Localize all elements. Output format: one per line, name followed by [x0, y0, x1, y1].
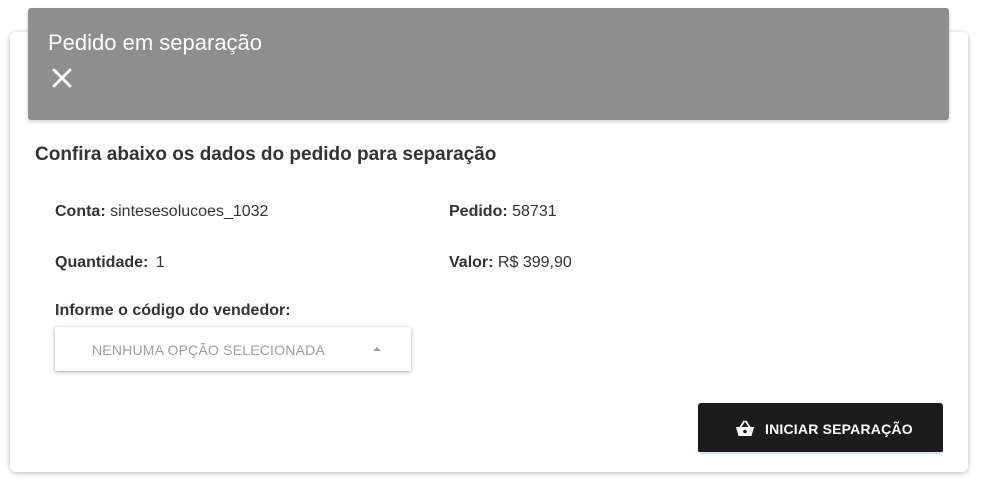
account-value: sintesesolucoes_1032 [110, 203, 269, 220]
seller-code-select[interactable]: NENHUMA OPÇÃO SELECIONADA [55, 327, 411, 371]
quantity-field: Quantidade: 1 [55, 254, 165, 272]
quantity-value: 1 [155, 254, 165, 271]
seller-code-selected: NENHUMA OPÇÃO SELECIONADA [92, 342, 325, 358]
start-separation-label: INICIAR SEPARAÇÃO [765, 421, 913, 437]
value-label: Valor: [449, 254, 494, 271]
order-value: 58731 [512, 203, 557, 220]
close-button[interactable] [50, 66, 74, 90]
order-label: Pedido: [449, 203, 508, 220]
basket-icon [736, 420, 754, 436]
dialog-subtitle: Confira abaixo os dados do pedido para s… [35, 144, 497, 165]
quantity-label: Quantidade: [55, 254, 149, 271]
account-field: Conta: sintesesolucoes_1032 [55, 203, 268, 221]
value-field: Valor: R$ 399,90 [449, 254, 572, 272]
dialog-header: Pedido em separação [28, 8, 949, 120]
close-icon [52, 68, 72, 88]
start-separation-button[interactable]: INICIAR SEPARAÇÃO [698, 403, 943, 454]
value-amount: R$ 399,90 [497, 254, 572, 271]
order-field: Pedido: 58731 [449, 203, 557, 221]
dialog-title: Pedido em separação [48, 30, 263, 55]
account-label: Conta: [55, 203, 106, 220]
seller-code-label: Informe o código do vendedor: [55, 302, 291, 319]
caret-up-icon [373, 347, 381, 351]
